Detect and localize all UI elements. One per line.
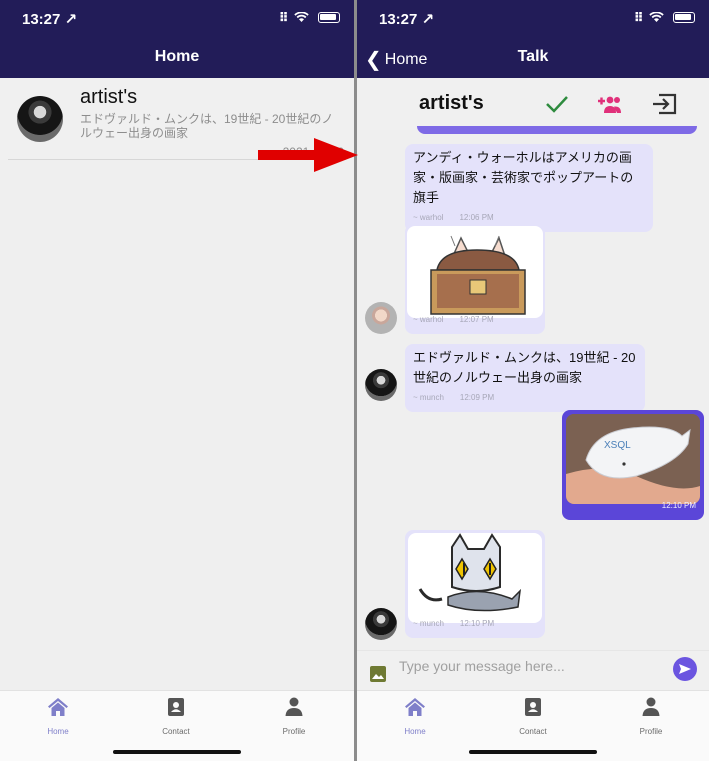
message-meta: ~ munch 12:10 PM xyxy=(413,619,495,628)
tab-home[interactable]: Home xyxy=(18,697,98,736)
person-icon xyxy=(285,697,303,716)
message-bubble[interactable]: エドヴァルド・ムンクは、19世紀 - 20世紀のノルウェー出身の画家 ~ mun… xyxy=(405,344,645,412)
home-icon xyxy=(48,698,68,716)
message-input[interactable]: Type your message here... xyxy=(399,658,565,674)
person-icon xyxy=(642,697,660,716)
my-message-bubble[interactable]: XSQL 12:10 PM xyxy=(562,410,704,520)
treasure-chest-cat-sticker xyxy=(407,226,543,318)
tab-label: Contact xyxy=(519,727,547,736)
checkmark-icon[interactable] xyxy=(543,92,571,116)
tab-contact[interactable]: Contact xyxy=(136,697,216,736)
wifi-icon xyxy=(294,10,314,25)
home-icon xyxy=(405,698,425,716)
message-bubble[interactable]: ~ warhol 12:07 PM xyxy=(405,224,545,334)
tab-label: Contact xyxy=(162,727,190,736)
avatar xyxy=(365,302,397,334)
tab-label: Profile xyxy=(282,727,306,736)
tab-label: Profile xyxy=(639,727,663,736)
chat-title: artist's xyxy=(419,92,484,114)
cat-holding-fish-sticker xyxy=(408,533,542,623)
svg-text:XSQL: XSQL xyxy=(604,440,631,451)
home-screen: 13:27 ↗ ⠿ Home artist's エドヴァルド・ムンクは、19世紀… xyxy=(0,0,354,761)
page-title: Talk xyxy=(517,48,549,65)
tab-profile[interactable]: Profile xyxy=(611,697,691,736)
navigation-bar: 13:27 ↗ ⠿ ❮ Home Talk xyxy=(357,0,709,78)
status-icons: ⠿ xyxy=(634,10,695,26)
chat-title: artist's xyxy=(80,86,138,108)
status-time: 13:27 ↗ xyxy=(22,11,78,28)
battery-icon xyxy=(318,12,340,23)
navigation-bar: 13:27 ↗ ⠿ Home xyxy=(0,0,354,78)
message-meta: ~ munch 12:09 PM xyxy=(413,393,495,402)
tab-bar: Home Contact Profile xyxy=(357,690,709,761)
image-attach-icon[interactable] xyxy=(370,666,386,682)
add-group-icon[interactable] xyxy=(595,92,623,116)
signal-icon: ⠿ xyxy=(633,10,645,25)
message-meta: ~ warhol 12:07 PM xyxy=(413,315,494,324)
message-meta: 12:10 PM xyxy=(661,501,696,510)
chat-header: artist's xyxy=(357,78,709,130)
status-icons: ⠿ xyxy=(279,10,340,26)
talk-screen: 13:27 ↗ ⠿ ❮ Home Talk artist's アンディ・ウォーホル… xyxy=(357,0,709,761)
status-time: 13:27 ↗ xyxy=(379,11,435,28)
avatar xyxy=(365,369,397,401)
page-title: Home xyxy=(154,48,200,65)
tab-label: Home xyxy=(47,727,69,736)
tab-home[interactable]: Home xyxy=(375,697,455,736)
tab-label: Home xyxy=(404,727,426,736)
exit-icon[interactable] xyxy=(651,92,679,116)
annotation-arrow-icon xyxy=(258,138,358,172)
message-text: エドヴァルド・ムンクは、19世紀 - 20世紀のノルウェー出身の画家 xyxy=(413,350,636,385)
tab-contact[interactable]: Contact xyxy=(493,697,573,736)
tab-bar: Home Contact Profile xyxy=(0,690,354,761)
message-input-bar: Type your message here... xyxy=(357,650,709,690)
wifi-icon xyxy=(649,10,669,25)
tab-profile[interactable]: Profile xyxy=(254,697,334,736)
dolphin-figure-photo: XSQL xyxy=(566,414,700,504)
message-bubble[interactable]: ~ munch 12:10 PM xyxy=(405,530,545,638)
battery-icon xyxy=(673,12,695,23)
previous-message-edge xyxy=(417,126,697,134)
contact-book-icon xyxy=(168,698,184,716)
message-text: アンディ・ウォーホルはアメリカの画家・版画家・芸術家でポップアートの旗手 xyxy=(413,150,634,205)
avatar xyxy=(365,608,397,640)
home-indicator xyxy=(113,750,241,754)
send-icon[interactable] xyxy=(673,657,697,681)
avatar xyxy=(17,96,63,142)
message-bubble[interactable]: アンディ・ウォーホルはアメリカの画家・版画家・芸術家でポップアートの旗手 ~ w… xyxy=(405,144,653,232)
signal-icon: ⠿ xyxy=(278,10,290,25)
chat-preview: エドヴァルド・ムンクは、19世紀 - 20世紀のノルウェー出身の画家 xyxy=(80,112,334,140)
contact-book-icon xyxy=(525,698,541,716)
home-indicator xyxy=(469,750,597,754)
